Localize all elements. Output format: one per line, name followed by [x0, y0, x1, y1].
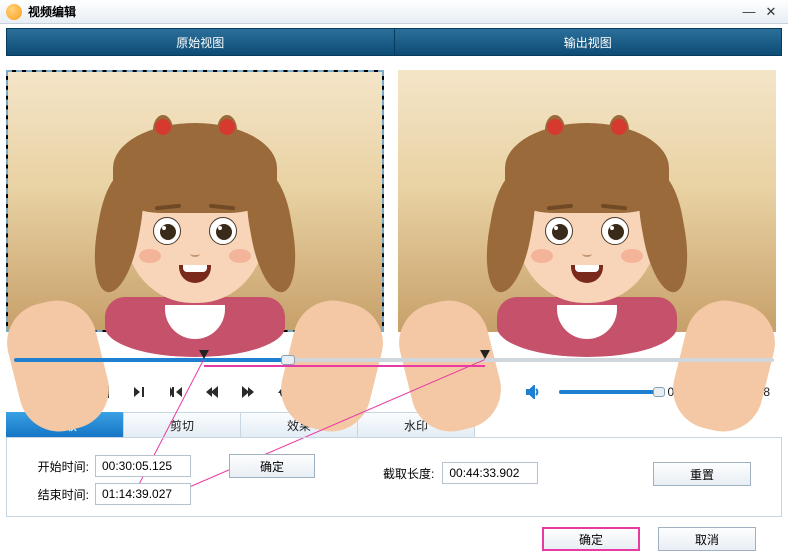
- minimize-button[interactable]: —: [738, 4, 760, 20]
- cancel-button[interactable]: 取消: [658, 527, 756, 551]
- jump-end-button[interactable]: [230, 382, 266, 402]
- clip-panel: 开始时间: 00:30:05.125 确定 结束时间: 01:14:39.027…: [6, 437, 782, 517]
- preview-header: 原始视图 输出视图: [6, 28, 782, 56]
- timeline[interactable]: [14, 350, 774, 370]
- app-icon: [6, 4, 22, 20]
- clip-length-label: 截取长度:: [383, 465, 434, 482]
- ok-button[interactable]: 确定: [542, 527, 640, 551]
- original-preview[interactable]: [6, 70, 384, 332]
- next-frame-button[interactable]: [122, 382, 158, 402]
- close-button[interactable]: ✕: [760, 4, 782, 20]
- output-preview[interactable]: [398, 70, 776, 332]
- end-time-label: 结束时间:: [23, 486, 89, 503]
- window-title: 视频编辑: [28, 3, 76, 20]
- start-time-label: 开始时间:: [23, 458, 89, 475]
- header-original: 原始视图: [6, 28, 395, 56]
- reset-button[interactable]: 重置: [653, 462, 751, 486]
- jump-start-button[interactable]: [194, 382, 230, 402]
- end-time-input[interactable]: 01:14:39.027: [95, 483, 191, 505]
- volume-icon[interactable]: [515, 382, 551, 402]
- header-output: 输出视图: [395, 28, 783, 56]
- playhead-thumb[interactable]: [281, 355, 295, 365]
- tab-crop[interactable]: 剪切: [123, 412, 241, 438]
- clip-range-line: [204, 365, 485, 367]
- volume-slider[interactable]: [559, 390, 659, 394]
- volume-thumb[interactable]: [653, 387, 665, 397]
- titlebar: 视频编辑 — ✕: [0, 0, 788, 24]
- start-time-input[interactable]: 00:30:05.125: [95, 455, 191, 477]
- function-tabs: 截取 剪切 效果 水印: [6, 412, 782, 438]
- clip-length-value: 00:44:33.902: [442, 462, 538, 484]
- apply-time-button[interactable]: 确定: [229, 454, 315, 478]
